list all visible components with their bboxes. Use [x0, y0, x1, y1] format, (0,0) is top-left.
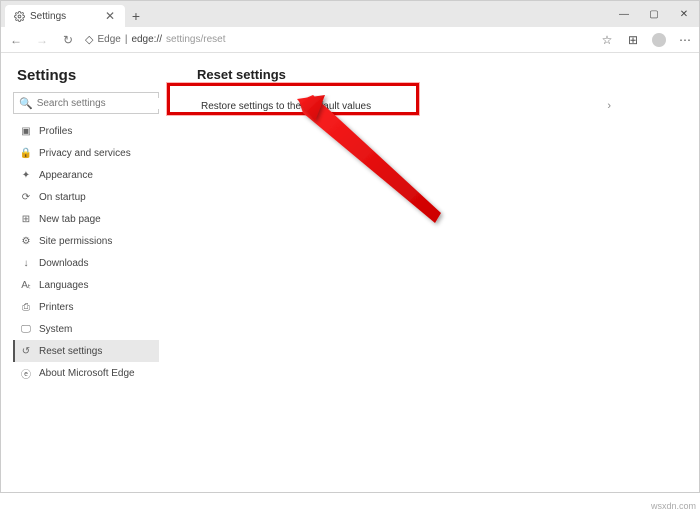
search-input[interactable] — [37, 98, 169, 109]
permissions-icon: ⚙ — [19, 234, 33, 248]
profile-button[interactable] — [651, 32, 667, 48]
sidebar-item-label: Site permissions — [39, 236, 112, 247]
about-icon: ⓔ — [19, 366, 33, 380]
search-icon: 🔍 — [19, 97, 33, 110]
sidebar-item-about-microsoft-edge[interactable]: ⓔ About Microsoft Edge — [13, 362, 159, 384]
appearance-icon: ✦ — [19, 168, 33, 182]
restore-defaults-label: Restore settings to their default values — [201, 101, 371, 112]
sidebar-item-on-startup[interactable]: ⟳ On startup — [13, 186, 159, 208]
privacy-icon: 🔒 — [19, 146, 33, 160]
sidebar-item-label: Profiles — [39, 126, 72, 137]
security-icon: ◇ — [85, 33, 93, 46]
languages-icon: Aₜ — [19, 278, 33, 292]
back-button[interactable]: ← — [7, 31, 25, 49]
extensions-button[interactable]: ⊞ — [625, 32, 641, 48]
tab-title: Settings — [30, 11, 66, 22]
sidebar-item-languages[interactable]: Aₜ Languages — [13, 274, 159, 296]
sidebar-item-appearance[interactable]: ✦ Appearance — [13, 164, 159, 186]
sidebar-item-label: System — [39, 324, 72, 335]
browser-window: Settings ✕ + — ▢ ✕ ← → ↻ ◇ Edge | edge:/… — [0, 0, 700, 493]
browser-tab[interactable]: Settings ✕ — [5, 5, 125, 27]
sidebar-item-label: About Microsoft Edge — [39, 368, 135, 379]
address-field[interactable]: ◇ Edge | edge://settings/reset — [85, 33, 591, 46]
refresh-button[interactable]: ↻ — [59, 31, 77, 49]
forward-button[interactable]: → — [33, 31, 51, 49]
sidebar-item-reset-settings[interactable]: ↺ Reset settings — [13, 340, 159, 362]
gear-icon — [13, 10, 25, 22]
startup-icon: ⟳ — [19, 190, 33, 204]
sidebar-item-label: Appearance — [39, 170, 93, 181]
main-heading: Reset settings — [191, 67, 679, 82]
minimize-button[interactable]: — — [609, 1, 639, 27]
sidebar-item-site-permissions[interactable]: ⚙ Site permissions — [13, 230, 159, 252]
tab-close-button[interactable]: ✕ — [103, 9, 117, 23]
sidebar-item-label: Printers — [39, 302, 73, 313]
sidebar-item-printers[interactable]: ⎙ Printers — [13, 296, 159, 318]
favorite-button[interactable]: ☆ — [599, 32, 615, 48]
sidebar-item-label: New tab page — [39, 214, 101, 225]
sidebar-item-downloads[interactable]: ↓ Downloads — [13, 252, 159, 274]
title-bar: Settings ✕ + — ▢ ✕ — [1, 1, 699, 27]
window-controls: — ▢ ✕ — [609, 1, 699, 27]
new-tab-button[interactable]: + — [125, 5, 147, 27]
downloads-icon: ↓ — [19, 256, 33, 270]
restore-defaults-row[interactable]: Restore settings to their default values… — [191, 92, 621, 120]
watermark: wsxdn.com — [651, 501, 696, 511]
page-content: Settings 🔍 ▣ Profiles 🔒 Privacy and service… — [1, 53, 699, 492]
close-window-button[interactable]: ✕ — [669, 1, 699, 27]
sidebar-item-profiles[interactable]: ▣ Profiles — [13, 120, 159, 142]
chevron-right-icon: › — [607, 100, 611, 112]
url-host: edge:// — [131, 34, 162, 45]
sidebar-nav: ▣ Profiles 🔒 Privacy and services ✦ Appearanc… — [13, 120, 159, 384]
printers-icon: ⎙ — [19, 300, 33, 314]
system-icon: 🖵 — [19, 322, 33, 336]
address-bar: ← → ↻ ◇ Edge | edge://settings/reset ☆ ⊞… — [1, 27, 699, 53]
search-box[interactable]: 🔍 — [13, 92, 159, 114]
sidebar-item-label: Languages — [39, 280, 89, 291]
url-scheme-label: Edge — [97, 34, 120, 45]
reset-icon: ↺ — [19, 344, 33, 358]
sidebar-item-new-tab-page[interactable]: ⊞ New tab page — [13, 208, 159, 230]
sidebar-item-system[interactable]: 🖵 System — [13, 318, 159, 340]
url-path: settings/reset — [166, 34, 225, 45]
main-panel: Reset settings Restore settings to their… — [171, 53, 699, 492]
sidebar-item-label: Downloads — [39, 258, 88, 269]
more-button[interactable]: ⋯ — [677, 32, 693, 48]
maximize-button[interactable]: ▢ — [639, 1, 669, 27]
newtab-icon: ⊞ — [19, 212, 33, 226]
avatar-icon — [652, 33, 666, 47]
sidebar-item-label: Reset settings — [39, 346, 102, 357]
sidebar-item-label: Privacy and services — [39, 148, 131, 159]
profiles-icon: ▣ — [19, 124, 33, 138]
sidebar-title: Settings — [17, 67, 159, 84]
sidebar-item-privacy-and-services[interactable]: 🔒 Privacy and services — [13, 142, 159, 164]
settings-sidebar: Settings 🔍 ▣ Profiles 🔒 Privacy and service… — [1, 53, 171, 492]
sidebar-item-label: On startup — [39, 192, 86, 203]
